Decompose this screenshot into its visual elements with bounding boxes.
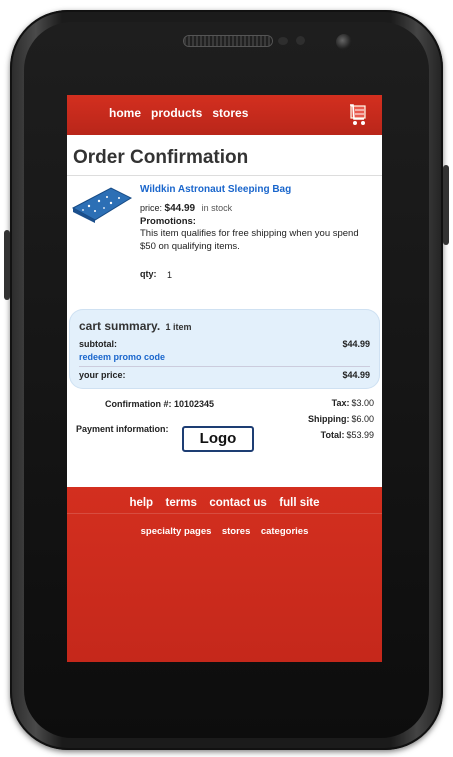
shipping-row: Shipping: $6.00 [308, 414, 374, 430]
footer-stores-link[interactable]: stores [222, 526, 251, 537]
payment-logo: Logo [182, 426, 254, 452]
your-price-value: $44.99 [342, 370, 370, 380]
payment-info-label: Payment information: [76, 424, 169, 434]
stock-status: in stock [201, 203, 233, 213]
footer-terms-link[interactable]: terms [166, 497, 197, 509]
redeem-promo-link[interactable]: redeem promo code [79, 352, 165, 362]
subtotal-value: $44.99 [342, 339, 370, 349]
footer: help terms contact us full site specialt… [67, 487, 382, 662]
product-item: Wildkin Astronaut Sleeping Bag price: $4… [67, 176, 382, 286]
volume-button [4, 230, 10, 300]
nav-home[interactable]: home [109, 106, 141, 120]
confirmation-value: 10102345 [174, 399, 215, 409]
shipping-label: Shipping: [307, 414, 350, 424]
cart-summary-box: cart summary. 1 item subtotal: $44.99 re… [69, 309, 380, 389]
subtotal-row: subtotal: $44.99 [79, 339, 370, 349]
promotion-text: This item qualifies for free shipping wh… [140, 228, 359, 252]
summary-divider [79, 366, 370, 367]
price-label: price: [140, 203, 163, 213]
sleeping-bag-image[interactable] [71, 184, 133, 224]
cart-summary-title: cart summary. 1 item [79, 319, 192, 333]
price-line: price: $44.99 in stock [140, 203, 232, 214]
main-nav: home products stores [109, 106, 248, 120]
phone-screen: home products stores Order Confirmation [67, 95, 382, 662]
order-totals: Tax: $3.00 Shipping: $6.00 Total: $53.99 [308, 398, 374, 446]
promotions-label: Promotions: [140, 216, 196, 227]
shopping-cart-icon[interactable] [348, 103, 368, 127]
confirmation-number: Confirmation #: 10102345 [105, 399, 214, 409]
footer-links: help terms contact us full site [67, 493, 382, 511]
total-row: Total: $53.99 [308, 430, 374, 446]
subtotal-label: subtotal: [79, 339, 117, 349]
page-title: Order Confirmation [73, 147, 249, 168]
footer-full-site-link[interactable]: full site [279, 497, 319, 509]
top-nav-bar: home products stores [67, 95, 382, 135]
speaker-grille [184, 36, 272, 46]
product-name-link[interactable]: Wildkin Astronaut Sleeping Bag [140, 184, 291, 195]
proximity-sensor [278, 37, 288, 45]
light-sensor [296, 36, 305, 45]
your-price-label: your price: [79, 370, 126, 380]
your-price-row: your price: $44.99 [79, 370, 370, 380]
confirmation-label: Confirmation #: [105, 399, 172, 409]
quantity-value: 1 [167, 270, 173, 280]
footer-divider [67, 513, 382, 514]
nav-stores[interactable]: stores [212, 106, 248, 120]
footer-contact-link[interactable]: contact us [209, 497, 267, 509]
total-value: $53.99 [346, 430, 374, 440]
total-label: Total: [320, 430, 345, 440]
nav-products[interactable]: products [151, 106, 202, 120]
footer-secondary-links: specialty pages stores categories [67, 521, 382, 539]
footer-specialty-link[interactable]: specialty pages [141, 526, 212, 537]
price-value: $44.99 [164, 203, 196, 214]
tax-value: $3.00 [351, 398, 374, 408]
footer-help-link[interactable]: help [129, 497, 153, 509]
tax-row: Tax: $3.00 [308, 398, 374, 414]
power-button [443, 165, 449, 245]
cart-summary-heading: cart summary. [79, 319, 161, 333]
footer-categories-link[interactable]: categories [261, 526, 309, 537]
tax-label: Tax: [331, 398, 350, 408]
quantity-label: qty: [140, 269, 157, 279]
cart-item-count: 1 item [165, 322, 192, 332]
front-camera [336, 34, 352, 50]
shipping-value: $6.00 [351, 414, 374, 424]
